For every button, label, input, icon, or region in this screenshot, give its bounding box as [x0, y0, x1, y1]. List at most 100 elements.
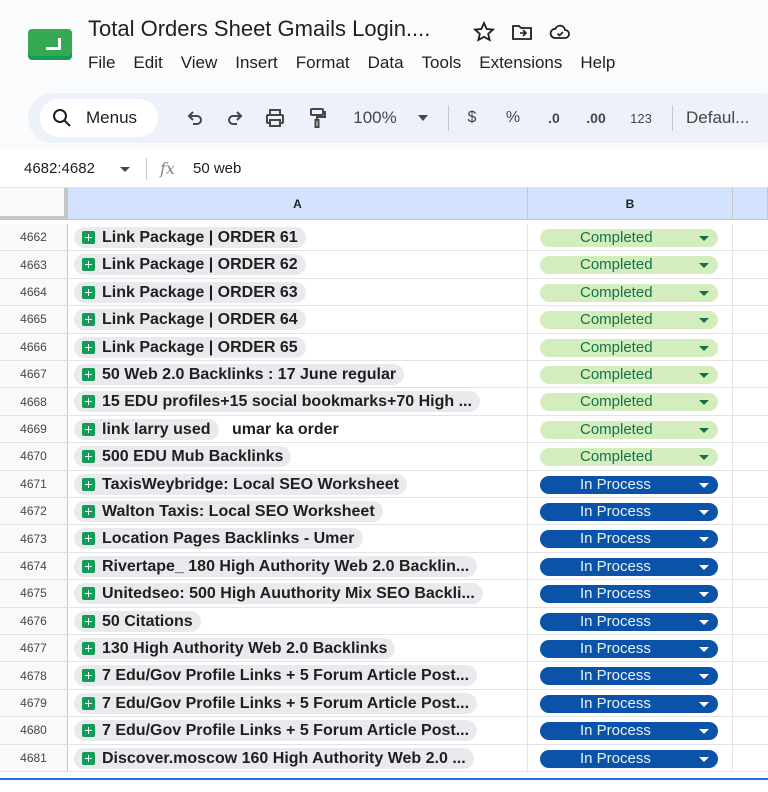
- cell-b[interactable]: Completed: [528, 251, 733, 278]
- sheet-link-chip[interactable]: Link Package | ORDER 64: [74, 309, 306, 331]
- select-all-corner[interactable]: [0, 188, 68, 220]
- star-icon[interactable]: [472, 20, 496, 44]
- column-header-b[interactable]: B: [528, 188, 733, 220]
- row-number[interactable]: 4664: [0, 278, 68, 306]
- font-select[interactable]: Defaul...: [686, 105, 762, 131]
- row-number[interactable]: 4671: [0, 470, 68, 497]
- status-dropdown[interactable]: In Process: [540, 640, 718, 658]
- cell-b[interactable]: Completed: [528, 361, 733, 388]
- sheet-link-chip[interactable]: Discover.moscow 160 High Authority Web 2…: [74, 747, 474, 769]
- redo-button[interactable]: [222, 105, 248, 131]
- document-title[interactable]: Total Orders Sheet Gmails Login....: [88, 16, 430, 42]
- row-number[interactable]: 4681: [0, 744, 68, 771]
- column-header-c[interactable]: [733, 188, 768, 220]
- decrease-decimal-button[interactable]: .0: [540, 105, 568, 131]
- sheet-link-chip[interactable]: Link Package | ORDER 63: [74, 281, 306, 303]
- cell-b[interactable]: In Process: [528, 744, 733, 771]
- row-number[interactable]: 4675: [0, 580, 68, 607]
- row-number[interactable]: 4669: [0, 415, 68, 443]
- menu-help[interactable]: Help: [580, 53, 625, 73]
- status-dropdown[interactable]: Completed: [540, 420, 718, 439]
- cell-a[interactable]: 7 Edu/Gov Profile Links + 5 Forum Articl…: [68, 689, 528, 717]
- cell-a[interactable]: Location Pages Backlinks - Umer: [68, 525, 528, 552]
- status-dropdown[interactable]: In Process: [540, 475, 718, 494]
- name-box-dropdown-icon[interactable]: [120, 167, 130, 172]
- cell-b[interactable]: In Process: [528, 607, 733, 634]
- sheet-link-chip[interactable]: Link Package | ORDER 65: [74, 336, 306, 358]
- status-dropdown[interactable]: In Process: [540, 749, 718, 768]
- cell-b[interactable]: In Process: [528, 635, 733, 662]
- menu-view[interactable]: View: [181, 53, 228, 73]
- cell-b[interactable]: Completed: [528, 278, 733, 306]
- row-number[interactable]: 4680: [0, 717, 68, 744]
- status-dropdown[interactable]: In Process: [540, 612, 718, 631]
- more-formats-button[interactable]: 123: [626, 105, 656, 131]
- cell-a[interactable]: Discover.moscow 160 High Authority Web 2…: [68, 744, 528, 771]
- cell-a[interactable]: Walton Taxis: Local SEO Worksheet: [68, 498, 528, 525]
- status-dropdown[interactable]: Completed: [540, 338, 718, 357]
- status-dropdown[interactable]: In Process: [540, 722, 718, 741]
- sheet-link-chip[interactable]: Location Pages Backlinks - Umer: [74, 528, 363, 550]
- menu-extensions[interactable]: Extensions: [479, 53, 572, 73]
- cell-a[interactable]: 7 Edu/Gov Profile Links + 5 Forum Articl…: [68, 717, 528, 744]
- status-dropdown[interactable]: In Process: [540, 503, 718, 521]
- status-dropdown[interactable]: Completed: [540, 229, 718, 247]
- row-number[interactable]: 4667: [0, 361, 68, 388]
- cell-a[interactable]: Link Package | ORDER 62: [68, 251, 528, 278]
- cell-b[interactable]: In Process: [528, 689, 733, 717]
- row-number[interactable]: 4679: [0, 689, 68, 717]
- percent-format-button[interactable]: %: [504, 105, 522, 131]
- status-dropdown[interactable]: Completed: [540, 283, 718, 302]
- sheet-link-chip[interactable]: 50 Citations: [74, 610, 201, 632]
- sheet-link-chip[interactable]: TaxisWeybridge: Local SEO Worksheet: [74, 473, 407, 495]
- menu-edit[interactable]: Edit: [133, 53, 172, 73]
- cell-a[interactable]: Unitedseo: 500 High Auuthority Mix SEO B…: [68, 580, 528, 607]
- status-dropdown[interactable]: In Process: [540, 557, 718, 576]
- status-dropdown[interactable]: Completed: [540, 311, 718, 330]
- cell-b[interactable]: Completed: [528, 224, 733, 251]
- row-number[interactable]: 4674: [0, 552, 68, 580]
- cell-b[interactable]: Completed: [528, 333, 733, 360]
- sheet-link-chip[interactable]: Walton Taxis: Local SEO Worksheet: [74, 501, 383, 522]
- row-number[interactable]: 4677: [0, 635, 68, 662]
- sheets-logo-icon[interactable]: [28, 29, 72, 62]
- row-number[interactable]: 4666: [0, 333, 68, 360]
- row-number[interactable]: 4663: [0, 251, 68, 278]
- sheet-link-chip[interactable]: 130 High Authority Web 2.0 Backlinks: [74, 638, 396, 659]
- cell-a[interactable]: 7 Edu/Gov Profile Links + 5 Forum Articl…: [68, 662, 528, 689]
- cell-a[interactable]: Link Package | ORDER 61: [68, 224, 528, 251]
- sheet-link-chip[interactable]: 500 EDU Mub Backlinks: [74, 446, 292, 468]
- move-folder-icon[interactable]: [510, 20, 534, 44]
- menu-file[interactable]: File: [88, 53, 125, 73]
- cell-a[interactable]: Link Package | ORDER 65: [68, 333, 528, 360]
- sheet-link-chip[interactable]: link larry used: [74, 418, 219, 440]
- cell-b[interactable]: In Process: [528, 470, 733, 497]
- cell-b[interactable]: Completed: [528, 388, 733, 415]
- row-number[interactable]: 4665: [0, 306, 68, 333]
- zoom-dropdown-arrow[interactable]: [416, 105, 430, 131]
- sheet-link-chip[interactable]: 7 Edu/Gov Profile Links + 5 Forum Articl…: [74, 692, 478, 714]
- menus-search-button[interactable]: Menus: [40, 99, 158, 137]
- increase-decimal-button[interactable]: .00: [580, 105, 612, 131]
- cell-b[interactable]: In Process: [528, 580, 733, 607]
- status-dropdown[interactable]: Completed: [540, 448, 718, 467]
- cell-b[interactable]: Completed: [528, 306, 733, 333]
- menu-tools[interactable]: Tools: [422, 53, 472, 73]
- cell-a[interactable]: TaxisWeybridge: Local SEO Worksheet: [68, 470, 528, 497]
- cell-b[interactable]: In Process: [528, 498, 733, 525]
- cell-a[interactable]: 15 EDU profiles+15 social bookmarks+70 H…: [68, 388, 528, 415]
- undo-button[interactable]: [182, 105, 208, 131]
- cell-a[interactable]: Link Package | ORDER 64: [68, 306, 528, 333]
- cell-b[interactable]: In Process: [528, 525, 733, 552]
- column-header-a[interactable]: A: [68, 188, 528, 220]
- row-number[interactable]: 4662: [0, 224, 68, 251]
- cell-b[interactable]: Completed: [528, 415, 733, 443]
- status-dropdown[interactable]: Completed: [540, 393, 718, 412]
- status-dropdown[interactable]: In Process: [540, 694, 718, 713]
- currency-format-button[interactable]: $: [464, 105, 480, 131]
- menu-format[interactable]: Format: [296, 53, 360, 73]
- zoom-select[interactable]: 100%: [346, 105, 404, 131]
- sheet-link-chip[interactable]: 7 Edu/Gov Profile Links + 5 Forum Articl…: [74, 665, 478, 687]
- cell-b[interactable]: In Process: [528, 552, 733, 580]
- row-number[interactable]: 4668: [0, 388, 68, 415]
